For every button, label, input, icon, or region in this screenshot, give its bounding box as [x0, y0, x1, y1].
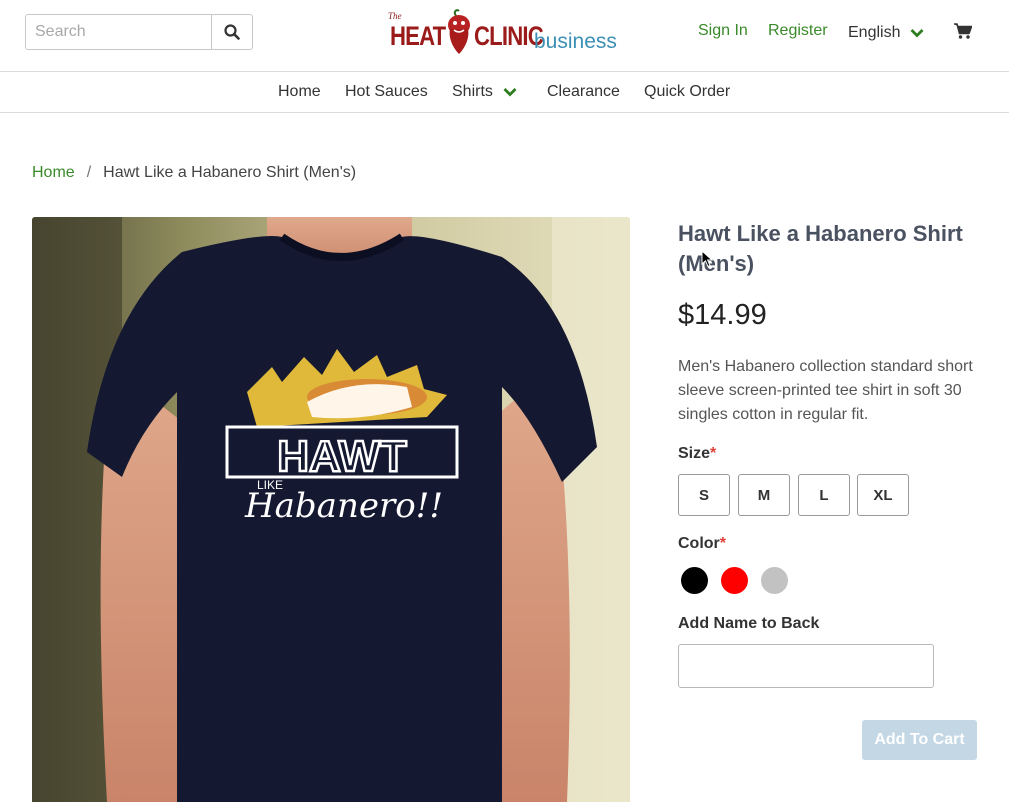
shirt-print-hawt: HAWT: [277, 432, 407, 481]
size-label: Size*: [678, 445, 716, 463]
nav-item-quick-order[interactable]: Quick Order: [644, 83, 730, 101]
logo-clinic: CLINIC: [474, 21, 544, 51]
search-box: [25, 14, 253, 50]
required-mark: *: [719, 535, 727, 552]
nav-item-home[interactable]: Home: [278, 83, 321, 101]
size-option-xl[interactable]: XL: [857, 474, 909, 516]
nav-item-shirts-label: Shirts: [452, 83, 493, 100]
product-price: $14.99: [678, 299, 767, 331]
breadcrumb: Home / Hawt Like a Habanero Shirt (Men's…: [32, 164, 356, 182]
size-option-l[interactable]: L: [798, 474, 850, 516]
mouse-cursor-icon: [701, 250, 713, 268]
site-header: The HEAT CLINIC business Sign In Registe…: [0, 0, 1009, 72]
chevron-down-icon: [503, 88, 517, 97]
sign-in-link[interactable]: Sign In: [698, 22, 748, 44]
name-to-back-input[interactable]: [678, 644, 934, 688]
required-mark: *: [710, 445, 717, 462]
shirt-print-habanero: Habanero!!: [244, 486, 443, 526]
color-label-text: Color: [678, 535, 720, 552]
breadcrumb-home[interactable]: Home: [32, 164, 75, 182]
pepper-mascot-icon: [448, 9, 470, 54]
color-swatch-red[interactable]: [721, 567, 748, 594]
nav-item-hot-sauces[interactable]: Hot Sauces: [345, 83, 428, 101]
cart-button[interactable]: [954, 23, 973, 44]
color-swatch-black[interactable]: [681, 567, 708, 594]
language-label: English: [848, 24, 901, 41]
color-swatch-gray[interactable]: [761, 567, 788, 594]
product-image: HAWT LIKE Habanero!!: [32, 217, 630, 802]
search-button[interactable]: [212, 14, 253, 50]
logo-the: The: [388, 11, 402, 21]
product-description: Men's Habanero collection standard short…: [678, 358, 973, 423]
language-selector[interactable]: English: [848, 22, 924, 44]
product-title: Hawt Like a Habanero Shirt (Men's): [678, 221, 963, 276]
breadcrumb-current: Hawt Like a Habanero Shirt (Men's): [103, 164, 357, 181]
size-label-text: Size: [678, 445, 711, 462]
size-option-m[interactable]: M: [738, 474, 790, 516]
color-label: Color*: [678, 535, 726, 553]
name-to-back-label: Add Name to Back: [678, 615, 820, 632]
breadcrumb-separator: /: [86, 164, 92, 181]
search-icon: [224, 24, 240, 40]
cart-icon: [954, 23, 973, 39]
nav-item-shirts[interactable]: Shirts: [452, 83, 517, 101]
chevron-down-icon: [910, 29, 924, 38]
site-logo[interactable]: The HEAT CLINIC business: [386, 9, 622, 57]
main-nav: Home Hot Sauces Shirts Clearance Quick O…: [0, 72, 1009, 113]
logo-business: business: [534, 30, 617, 53]
logo-heat: HEAT: [390, 21, 446, 51]
register-link[interactable]: Register: [768, 22, 828, 44]
nav-item-clearance[interactable]: Clearance: [547, 83, 620, 101]
add-to-cart-button[interactable]: Add To Cart: [862, 720, 977, 760]
size-option-s[interactable]: S: [678, 474, 730, 516]
search-input[interactable]: [25, 14, 212, 50]
